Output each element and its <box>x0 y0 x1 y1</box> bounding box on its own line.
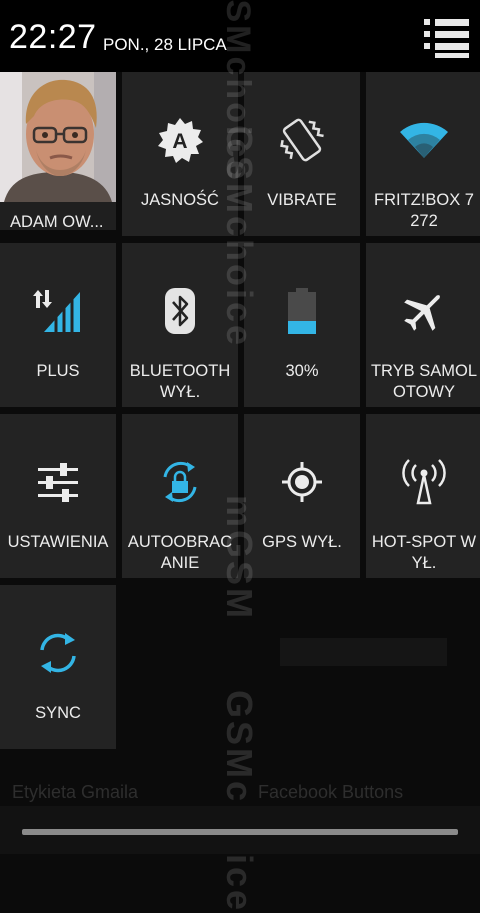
tile-label: USTAWIENIA <box>7 533 109 551</box>
sync-icon <box>40 633 76 673</box>
tile-label: PLUS <box>36 362 80 380</box>
svg-text:A: A <box>172 130 187 153</box>
bluetooth-icon <box>165 288 195 334</box>
hotspot-icon <box>402 459 446 505</box>
tile-battery[interactable]: 30% <box>244 243 360 407</box>
watermark: GSMchoice <box>219 125 260 349</box>
tile-vibrate[interactable]: VIBRATE <box>244 72 360 236</box>
profile-name: ADAM OW... <box>10 213 104 230</box>
tile-label: VIBRATE <box>267 191 337 209</box>
tile-label: SYNC <box>35 704 81 722</box>
tile-label: HOT-SPOT WYŁ. <box>371 533 477 572</box>
background-panel <box>280 638 447 666</box>
tile-gps[interactable]: GPS WYŁ. <box>244 414 360 578</box>
avatar <box>0 72 116 202</box>
vibrate-icon <box>280 118 324 162</box>
tile-sync[interactable]: SYNC <box>0 585 116 749</box>
notifications-toggle-icon[interactable] <box>418 14 472 60</box>
airplane-icon <box>404 295 440 331</box>
tile-wifi[interactable]: FRITZ!BOX 7272 <box>366 72 480 236</box>
tile-label: FRITZ!BOX 7272 <box>374 191 474 230</box>
tile-profile[interactable]: ADAM OW... <box>0 72 116 230</box>
tile-label: BLUETOOTH WYŁ. <box>129 362 231 397</box>
tile-settings[interactable]: USTAWIENIA <box>0 414 116 578</box>
watermark: mGSM <box>219 495 260 622</box>
panel-drag-handle[interactable] <box>22 829 458 835</box>
clock: 22:27 <box>9 18 97 56</box>
background-label-left: Etykieta Gmaila <box>12 782 139 802</box>
tile-label: 30% <box>285 362 319 380</box>
settings-sliders-icon <box>38 463 78 502</box>
watermark: GSMchoice <box>219 690 260 913</box>
date: PON., 28 LIPCA <box>103 35 227 54</box>
mobile-signal-icon <box>33 290 80 332</box>
wifi-icon <box>400 122 448 158</box>
background-label-right: Facebook Buttons <box>258 782 404 802</box>
auto-rotate-icon <box>163 461 197 503</box>
tile-hotspot[interactable]: HOT-SPOT WYŁ. <box>366 414 480 578</box>
tile-airplane-mode[interactable]: TRYB SAMOLOTOWY <box>366 243 480 407</box>
panel-bottom-bar <box>0 806 480 854</box>
tile-label: TRYB SAMOLOTOWY <box>370 362 478 401</box>
tile-label: GPS WYŁ. <box>262 533 342 551</box>
battery-icon <box>288 288 316 334</box>
tile-mobile-data[interactable]: PLUS <box>0 243 116 407</box>
gps-icon <box>282 462 322 502</box>
brightness-auto-icon: A <box>158 118 203 163</box>
